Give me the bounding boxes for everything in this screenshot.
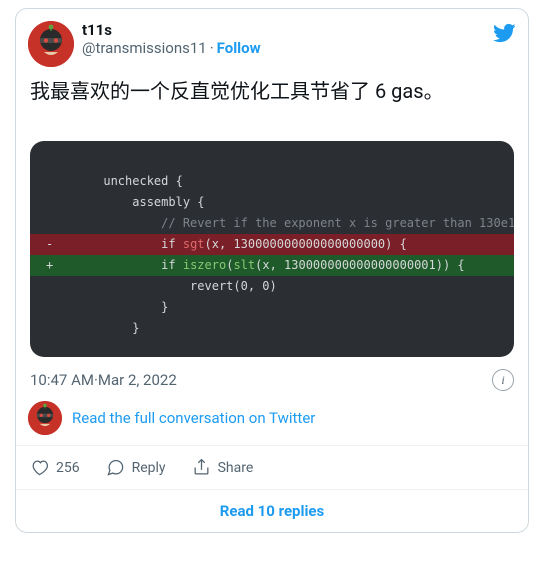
share-button[interactable]: Share [192,450,254,477]
tweet-card: t11s @transmissions11·Follow 我最喜欢的一个反直觉优… [15,8,529,533]
tweet-date[interactable]: Mar 2, 2022 [98,371,177,389]
separator-dot: · [207,39,217,57]
follow-link[interactable]: Follow [217,39,261,57]
code-line: assembly { [30,192,514,213]
reply-label: Reply [132,460,166,476]
heart-icon [30,458,49,477]
reply-icon [106,458,125,477]
read-replies-link[interactable]: Read 10 replies [16,490,528,532]
handle[interactable]: @transmissions11 [82,39,207,57]
share-icon [192,458,211,477]
code-line: } [30,297,514,318]
code-line: + if iszero(slt(x, 130000000000000000001… [30,255,514,276]
share-label: Share [218,460,254,476]
code-line: // Revert if the exponent x is greater t… [30,213,514,234]
code-line: } [30,318,514,339]
like-count: 256 [56,460,80,476]
like-button[interactable]: 256 [30,450,80,477]
tweet-time[interactable]: 10:47 AM [30,371,94,389]
info-icon[interactable]: i [492,369,514,391]
display-name[interactable]: t11s [82,21,112,39]
tweet-actions: 256 Reply Share [16,445,528,490]
code-line: - if sgt(x, 130000000000000000000) { [30,234,514,255]
conversation-row[interactable]: Read the full conversation on Twitter [16,395,528,445]
avatar-small [28,401,62,435]
tweet-header: t11s @transmissions11·Follow [16,9,528,67]
twitter-logo-icon[interactable] [492,21,516,45]
conversation-link[interactable]: Read the full conversation on Twitter [72,409,315,427]
code-line: revert(0, 0) [30,276,514,297]
code-image: unchecked { assembly { // Revert if the … [30,141,514,357]
avatar-image [28,21,74,67]
reply-button[interactable]: Reply [106,450,166,477]
avatar[interactable] [28,21,74,67]
author-names: t11s @transmissions11·Follow [82,21,492,57]
tweet-meta: 10:47 AM · Mar 2, 2022 i [16,357,528,395]
tweet-text: 我最喜欢的一个反直觉优化工具节省了 6 gas。 [16,67,528,105]
code-line: unchecked { [30,171,514,192]
